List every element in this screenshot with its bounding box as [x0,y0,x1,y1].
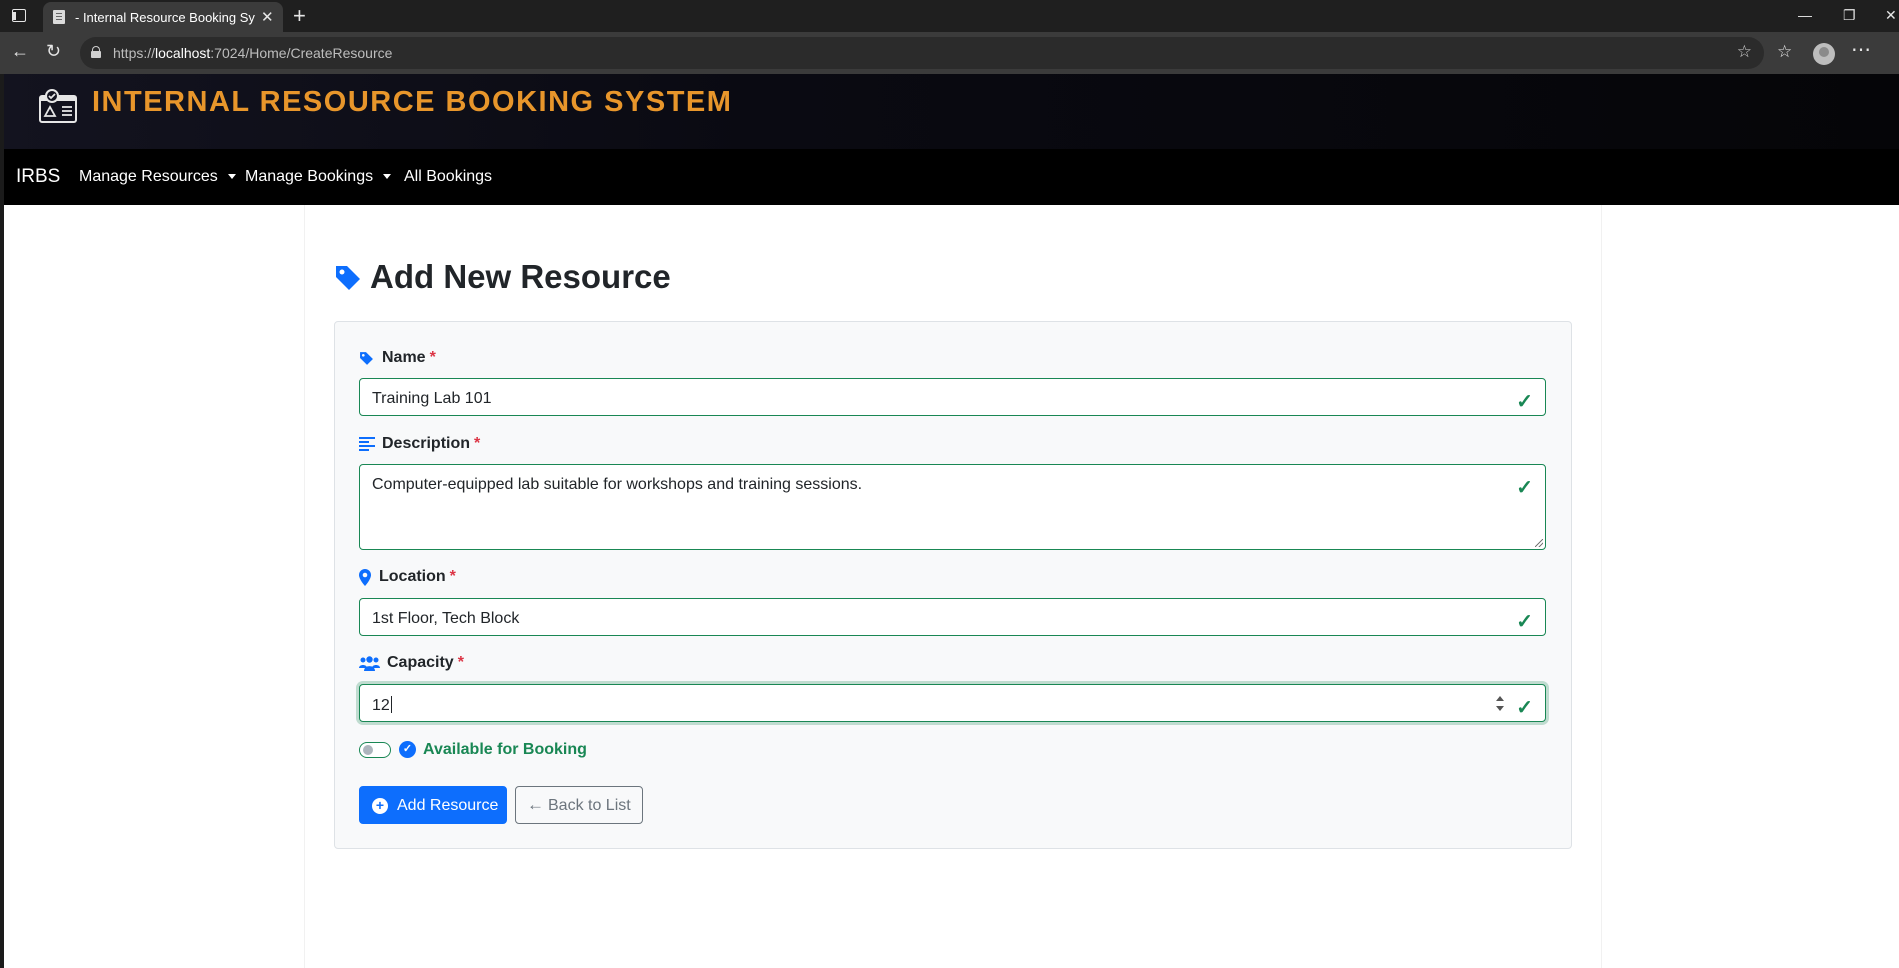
new-tab-icon[interactable]: + [293,3,306,29]
address-bar[interactable]: https://localhost:7024/Home/CreateResour… [80,37,1764,69]
page-favicon-icon [53,10,65,24]
plus-circle-icon: + [372,798,388,814]
description-textarea[interactable]: Computer-equipped lab suitable for works… [359,464,1546,550]
add-resource-button[interactable]: + Add Resource [359,786,507,824]
name-input[interactable]: Training Lab 101 ✓ [359,378,1546,416]
map-pin-icon [359,569,371,586]
tag-icon [360,352,373,365]
name-label: Name * [382,349,436,366]
resize-handle[interactable] [1535,539,1543,547]
page-title: Add New Resource [370,258,671,295]
back-to-list-button[interactable]: ← Back to List [515,786,643,824]
available-toggle[interactable] [359,742,391,758]
valid-check-icon: ✓ [1516,391,1533,413]
restore-icon[interactable]: ❐ [1843,7,1856,24]
site-header: INTERNAL RESOURCE BOOKING SYSTEM [4,74,1899,149]
browser-toolbar: ← ↻ https://localhost:7024/Home/CreateRe… [0,32,1899,74]
main-navbar: IRBS Manage Resources Manage Bookings Al… [4,149,1899,205]
tab-actions-icon[interactable] [12,9,26,22]
lock-icon[interactable] [91,46,101,58]
arrow-left-icon: ← [527,795,544,814]
text-cursor [390,696,392,713]
tag-icon [336,266,360,290]
favorites-icon[interactable]: ☆ [1777,42,1792,62]
valid-check-icon: ✓ [1516,611,1533,633]
booking-system-logo-icon [39,89,77,123]
nav-manage-resources[interactable]: Manage Resources [79,168,236,186]
capacity-label: Capacity * [387,654,464,671]
close-tab-icon[interactable]: ✕ [261,8,274,26]
capacity-input[interactable]: 12 ✓ [359,684,1546,722]
browser-tab[interactable]: - Internal Resource Booking System ✕ [43,2,283,32]
tab-title: - Internal Resource Booking System [75,10,255,25]
navbar-brand[interactable]: IRBS [16,166,60,188]
nav-manage-bookings[interactable]: Manage Bookings [245,168,392,186]
reload-icon[interactable]: ↻ [46,41,61,62]
available-label[interactable]: Available for Booking [423,741,587,759]
number-spinner[interactable] [1495,693,1505,715]
align-left-icon [359,437,375,451]
valid-check-icon: ✓ [1516,477,1533,499]
valid-check-icon: ✓ [1516,697,1533,719]
minimize-icon[interactable]: — [1798,7,1812,23]
close-window-icon[interactable]: ✕ [1885,7,1897,24]
check-circle-icon: ✓ [399,741,416,758]
chevron-down-icon [227,174,236,180]
page-edge [0,74,4,968]
description-label: Description * [382,435,481,452]
more-options-icon[interactable]: ⋯ [1851,37,1871,62]
browser-tab-bar: - Internal Resource Booking System ✕ + —… [0,0,1899,32]
nav-all-bookings[interactable]: All Bookings [404,168,492,186]
chevron-down-icon [383,174,392,180]
favorite-star-icon[interactable]: ☆ [1737,42,1752,62]
profile-avatar[interactable] [1813,43,1835,65]
location-input[interactable]: 1st Floor, Tech Block ✓ [359,598,1546,636]
users-icon [359,656,380,671]
site-title: INTERNAL RESOURCE BOOKING SYSTEM [92,86,733,118]
back-icon[interactable]: ← [11,41,29,62]
url-text[interactable]: https://localhost:7024/Home/CreateResour… [113,45,392,61]
location-label: Location * [379,568,456,585]
